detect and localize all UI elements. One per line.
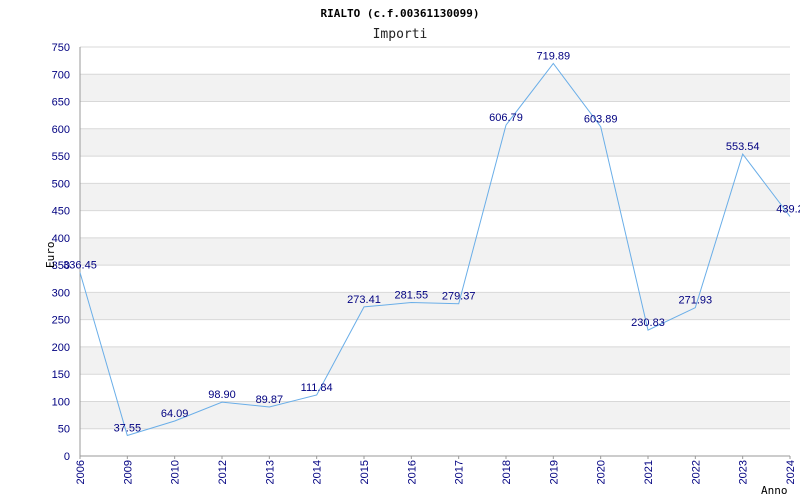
data-label: 606.79 (489, 112, 523, 124)
data-label: 98.90 (208, 389, 236, 401)
y-tick-label: 450 (52, 206, 70, 218)
x-tick-label: 2016 (406, 460, 418, 484)
y-tick-label: 250 (52, 315, 70, 327)
data-label: 336.45 (63, 260, 97, 272)
x-axis-label: Anno (761, 484, 788, 497)
plot-band (80, 237, 790, 266)
data-label: 111.84 (301, 382, 333, 394)
chart-title: RIALTO (c.f.00361130099) (321, 7, 480, 20)
y-tick-label: 700 (52, 69, 70, 81)
x-tick-label: 2019 (548, 460, 560, 484)
y-tick-label: 0 (64, 451, 70, 463)
data-label: 230.83 (631, 317, 665, 329)
y-tick-label: 300 (52, 287, 70, 299)
y-tick-label: 500 (52, 178, 70, 190)
x-tick-label: 2009 (122, 460, 134, 484)
plot-band (80, 47, 790, 75)
data-label: 273.41 (347, 294, 381, 306)
x-tick-label: 2023 (738, 460, 750, 484)
plot-band (80, 128, 790, 157)
y-tick-label: 650 (52, 97, 70, 109)
data-label: 439.2 (776, 203, 800, 215)
x-tick-label: 2020 (596, 460, 608, 484)
data-label: 719.89 (537, 50, 571, 62)
x-tick-label: 2024 (785, 460, 797, 484)
data-label: 271.93 (679, 295, 713, 307)
data-label: 64.09 (161, 408, 189, 420)
data-label: 281.55 (395, 289, 429, 301)
x-tick-label: 2017 (454, 460, 466, 484)
y-tick-label: 150 (52, 369, 70, 381)
plot-band (80, 374, 790, 402)
y-tick-label: 100 (52, 396, 70, 408)
data-label: 603.89 (584, 114, 618, 126)
x-tick-label: 2010 (170, 460, 182, 484)
x-tick-label: 2012 (217, 460, 229, 484)
y-tick-label: 50 (58, 424, 70, 436)
plot-band (80, 183, 790, 211)
x-tick-label: 2013 (264, 460, 276, 484)
plot-band (80, 346, 790, 375)
y-tick-label: 550 (52, 151, 70, 163)
data-label: 279.37 (442, 291, 476, 303)
line-chart: 0501001502002503003504004505005506006507… (44, 7, 800, 497)
x-tick-label: 2018 (501, 460, 513, 484)
plot-background (80, 47, 790, 456)
y-tick-label: 200 (52, 342, 70, 354)
chart-subtitle: Importi (373, 27, 428, 42)
plot-band (80, 428, 790, 456)
plot-band (80, 319, 790, 347)
plot-band (80, 265, 790, 293)
x-tick-label: 2021 (643, 460, 655, 484)
plot-band (80, 101, 790, 129)
plot-band (80, 156, 790, 184)
y-tick-label: 600 (52, 124, 70, 136)
y-axis-label: Euro (44, 242, 57, 269)
data-label: 37.55 (114, 423, 142, 435)
x-tick-label: 2014 (312, 460, 324, 484)
y-tick-label: 750 (52, 42, 70, 54)
x-tick-label: 2022 (690, 460, 702, 484)
data-label: 89.87 (256, 394, 284, 406)
x-tick-label: 2006 (75, 460, 87, 484)
plot-band (80, 74, 790, 102)
data-label: 553.54 (726, 141, 760, 153)
x-tick-labels: 2006 2009 2010 2012 2013 2014 2015 2016 2017 2018… (75, 456, 797, 484)
x-tick-label: 2015 (359, 460, 371, 484)
plot-band (80, 210, 790, 238)
